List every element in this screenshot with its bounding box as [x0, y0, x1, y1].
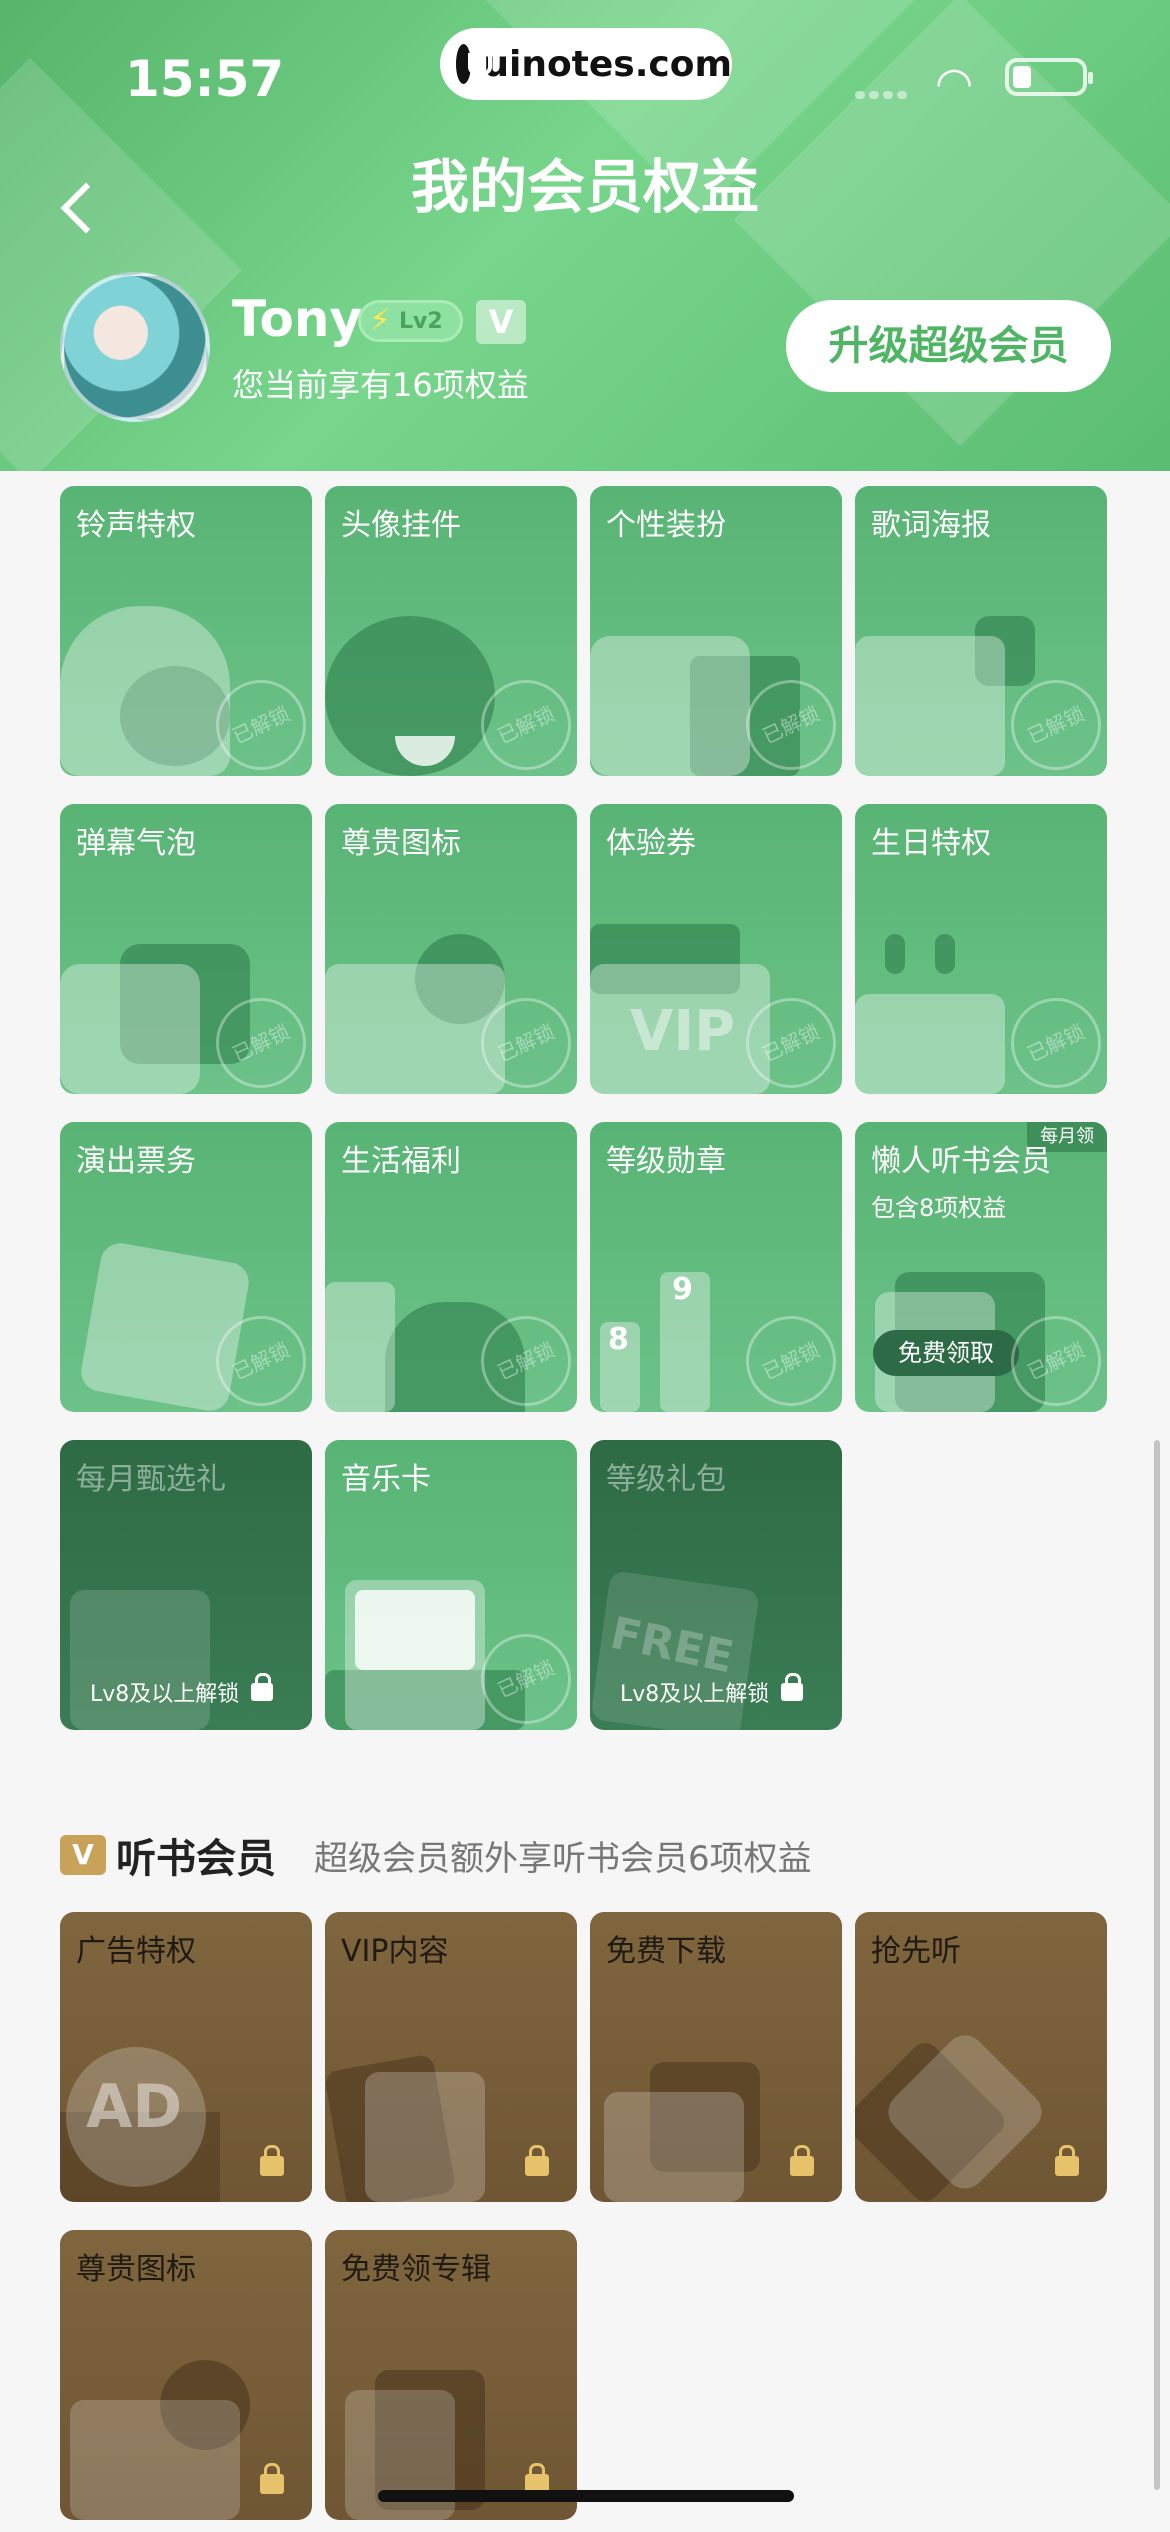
- card-label: 歌词海报: [871, 508, 991, 543]
- card-label: 尊贵图标: [341, 826, 461, 861]
- card-label: 弹幕气泡: [76, 826, 196, 861]
- wifi-icon: ◠: [935, 58, 974, 109]
- cake-icon: [855, 994, 1005, 1094]
- lock-notice: Lv8及以上解锁: [620, 1673, 804, 1708]
- lock-icon: [790, 2145, 814, 2176]
- benefit-card-premium-icon[interactable]: 尊贵图标 已解锁: [325, 804, 577, 1094]
- medal-level-8: 8: [608, 1322, 629, 1357]
- lock-notice: Lv8及以上解锁: [90, 1673, 274, 1708]
- audiobook-vip-logo-icon: V: [60, 1835, 106, 1875]
- signal-icon: [855, 84, 915, 99]
- vip-badge[interactable]: V: [476, 300, 526, 344]
- card-label: 广告特权: [76, 1934, 196, 1969]
- audiobook-card-early-listen[interactable]: 抢先听: [855, 1912, 1107, 2202]
- cup-icon: [325, 1282, 395, 1412]
- card-label: 个性装扮: [606, 508, 726, 543]
- vip-art-text: VIP: [630, 999, 736, 1064]
- card-label: 免费下载: [606, 1934, 726, 1969]
- lock-icon: [525, 2145, 549, 2176]
- card-label: 头像挂件: [341, 508, 461, 543]
- card-label: 生活福利: [341, 1144, 461, 1179]
- card-label: 体验券: [606, 826, 696, 861]
- lightning-icon: [70, 2400, 240, 2520]
- card-label: 懒人听书会员: [871, 1144, 1051, 1179]
- benefit-card-lazy-audiobook[interactable]: 每月领 懒人听书会员 包含8项权益 免费领取 已解锁: [855, 1122, 1107, 1412]
- site-logo-icon: [456, 44, 493, 84]
- benefit-card-level-medal[interactable]: 等级勋章 8 9 已解锁: [590, 1122, 842, 1412]
- bolt-icon: ⚡: [369, 303, 391, 338]
- card-label: 等级勋章: [606, 1144, 726, 1179]
- page-title: 我的会员权益: [410, 153, 759, 221]
- poster-icon: [855, 636, 1005, 776]
- url-pill[interactable]: uinotes.com: [440, 28, 732, 100]
- benefit-card-coupon[interactable]: 体验券 VIP 已解锁: [590, 804, 842, 1094]
- lock-icon: [260, 2463, 284, 2494]
- card-label: 音乐卡: [341, 1462, 431, 1497]
- benefit-card-theme[interactable]: 个性装扮 已解锁: [590, 486, 842, 776]
- benefit-card-birthday[interactable]: 生日特权 已解锁: [855, 804, 1107, 1094]
- benefit-card-danmaku[interactable]: 弹幕气泡 已解锁: [60, 804, 312, 1094]
- audiobook-card-free-album[interactable]: 免费领专辑: [325, 2230, 577, 2520]
- unlocked-stamp: 已解锁: [731, 1301, 842, 1412]
- card-label: VIP内容: [341, 1934, 449, 1969]
- download-icon: [604, 2092, 744, 2202]
- candle-icon: [935, 934, 955, 974]
- header: 15:57 uinotes.com ◠ 我的会员权益 Tony ⚡ Lv2 V …: [0, 0, 1170, 471]
- audiobook-card-free-download[interactable]: 免费下载: [590, 1912, 842, 2202]
- medal-level-9: 9: [672, 1272, 693, 1307]
- section-title: 听书会员: [116, 1836, 276, 1882]
- benefit-summary: 您当前享有16项权益: [232, 366, 529, 404]
- shirt-icon: [590, 636, 750, 776]
- card-label: 等级礼包: [606, 1462, 726, 1497]
- candle-icon: [885, 934, 905, 974]
- battery-icon: [1005, 58, 1093, 96]
- benefit-card-tickets[interactable]: 演出票务 已解锁: [60, 1122, 312, 1412]
- level-badge[interactable]: ⚡ Lv2: [358, 300, 463, 342]
- lock-icon: [251, 1673, 274, 1701]
- card-label: 铃声特权: [76, 508, 196, 543]
- card-label: 生日特权: [871, 826, 991, 861]
- gift-icon: [70, 1590, 210, 1730]
- benefit-card-monthly-gift[interactable]: 每月甄选礼 Lv8及以上解锁: [60, 1440, 312, 1730]
- level-text: Lv2: [399, 308, 443, 334]
- card-label: 免费领专辑: [341, 2252, 491, 2287]
- ad-art-text: AD: [86, 2072, 183, 2142]
- lock-icon: [260, 2145, 284, 2176]
- bubble-icon: [60, 964, 200, 1094]
- bell-icon: [60, 606, 230, 776]
- benefit-card-life-perks[interactable]: 生活福利 已解锁: [325, 1122, 577, 1412]
- audiobook-section-header: V 听书会员 超级会员额外享听书会员6项权益: [60, 1826, 812, 1884]
- lightning-icon: [325, 964, 505, 1094]
- section-description: 超级会员额外享听书会员6项权益: [314, 1838, 812, 1879]
- benefit-card-level-gift[interactable]: 等级礼包 FREE Lv8及以上解锁: [590, 1440, 842, 1730]
- document-icon: [365, 2072, 485, 2202]
- benefit-card-music-card[interactable]: 音乐卡 已解锁: [325, 1440, 577, 1730]
- url-text: uinotes.com: [483, 43, 732, 85]
- upgrade-button[interactable]: 升级超级会员: [786, 300, 1111, 392]
- benefit-card-lyrics-poster[interactable]: 歌词海报 已解锁: [855, 486, 1107, 776]
- card-label: 演出票务: [76, 1144, 196, 1179]
- lock-icon: [781, 1673, 804, 1701]
- benefit-card-ringtone[interactable]: 铃声特权 已解锁: [60, 486, 312, 776]
- free-claim-button[interactable]: 免费领取: [873, 1330, 1019, 1376]
- card-label: 每月甄选礼: [76, 1462, 226, 1497]
- home-indicator[interactable]: [378, 2490, 794, 2502]
- audiobook-card-vip-content[interactable]: VIP内容: [325, 1912, 577, 2202]
- benefit-card-avatar-pendant[interactable]: 头像挂件 已解锁: [325, 486, 577, 776]
- avatar[interactable]: [60, 272, 210, 422]
- status-time: 15:57: [125, 50, 285, 108]
- lock-notice-text: Lv8及以上解锁: [90, 1682, 240, 1707]
- audiobook-card-premium-icon[interactable]: 尊贵图标: [60, 2230, 312, 2520]
- card-label: 抢先听: [871, 1934, 961, 1969]
- card-label: 尊贵图标: [76, 2252, 196, 2287]
- user-name: Tony: [232, 290, 363, 348]
- unlocked-stamp: 已解锁: [996, 983, 1107, 1094]
- audiobook-card-ad-free[interactable]: 广告特权 AD: [60, 1912, 312, 2202]
- lock-icon: [1055, 2145, 1079, 2176]
- scrollbar[interactable]: [1154, 1440, 1160, 2490]
- lock-notice-text: Lv8及以上解锁: [620, 1682, 770, 1707]
- screen-icon: [355, 1590, 475, 1670]
- card-sub-label: 包含8项权益: [871, 1194, 1007, 1222]
